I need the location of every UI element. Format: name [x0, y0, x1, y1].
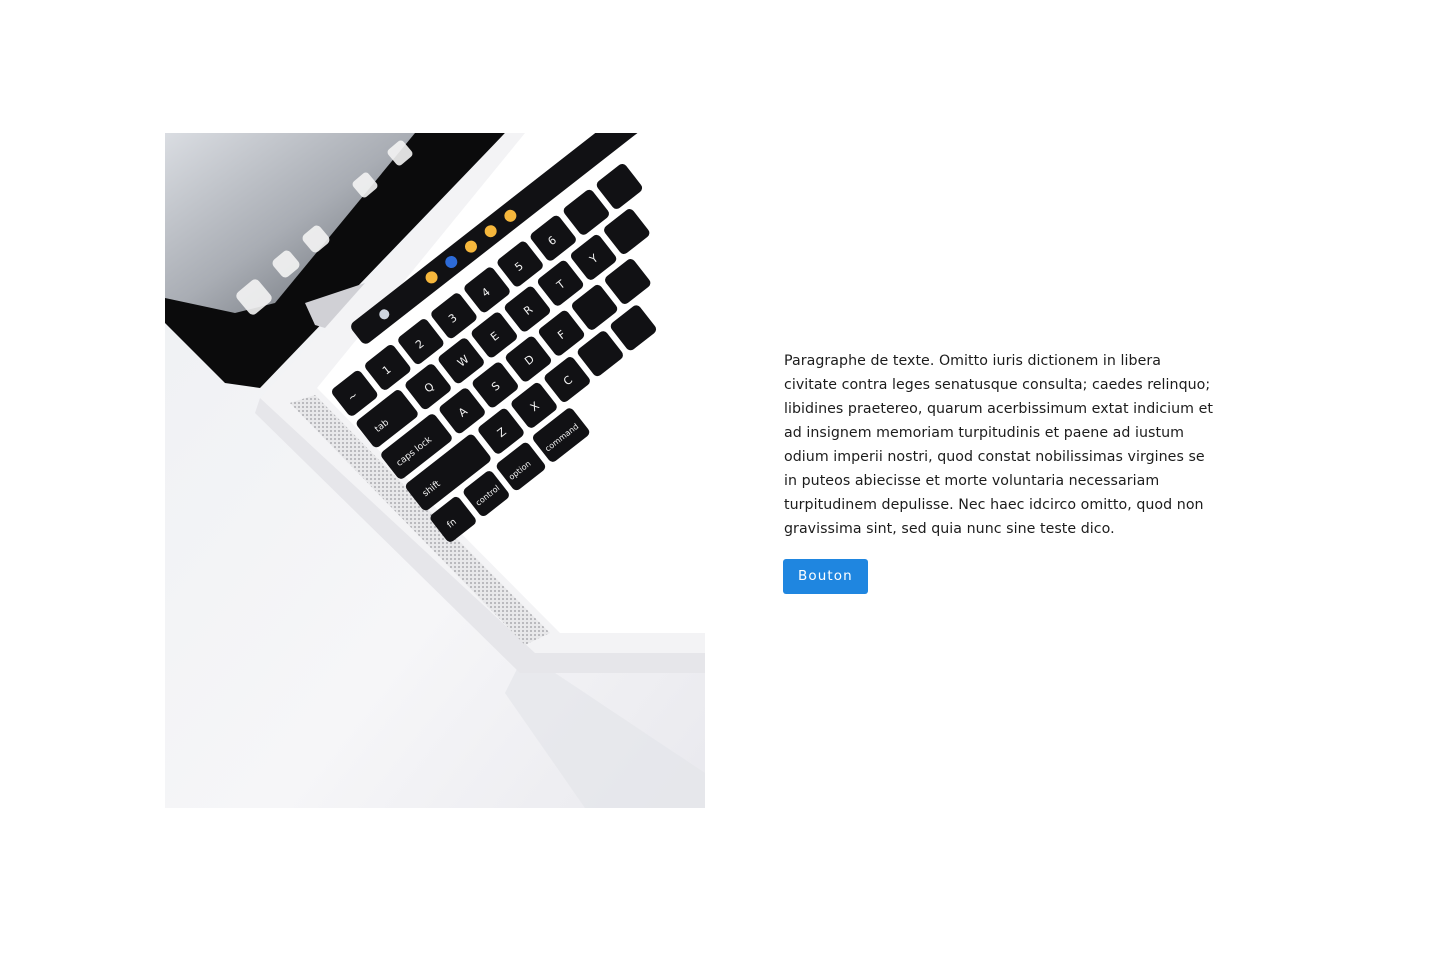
primary-button[interactable]: Bouton	[783, 559, 868, 594]
body-paragraph: Paragraphe de texte. Omitto iuris dictio…	[784, 353, 1213, 537]
laptop-photo: ~ 1 2 3 4 5 6 tab Q W E R T Y caps lock …	[165, 133, 705, 808]
content-section: ~ 1 2 3 4 5 6 tab Q W E R T Y caps lock …	[0, 0, 1441, 960]
text-block: Paragraphe de texte. Omitto iuris dictio…	[783, 349, 1214, 594]
laptop-illustration: ~ 1 2 3 4 5 6 tab Q W E R T Y caps lock …	[165, 133, 705, 808]
